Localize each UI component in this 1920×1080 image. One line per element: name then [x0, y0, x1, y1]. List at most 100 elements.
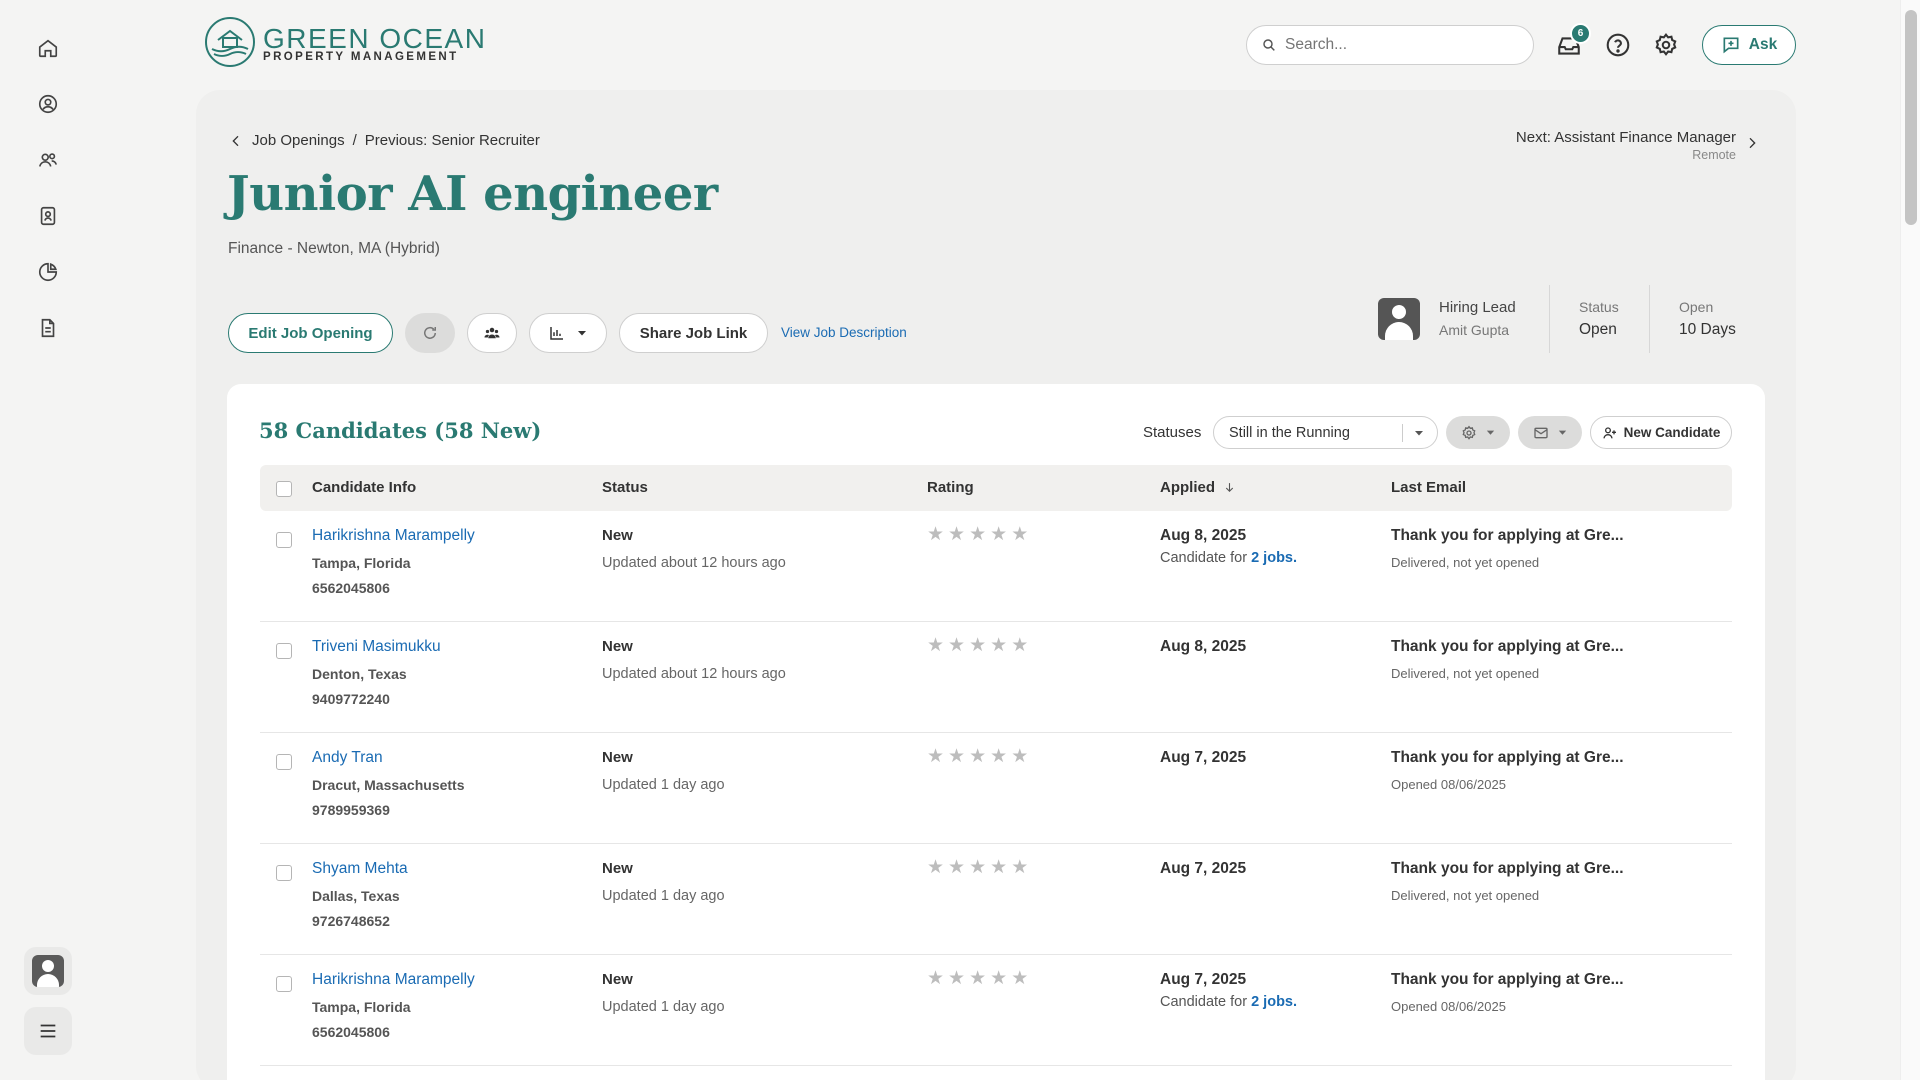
- star-icon[interactable]: ★: [969, 525, 986, 544]
- star-icon[interactable]: ★: [948, 858, 965, 877]
- candidate-status[interactable]: New: [602, 749, 633, 766]
- star-icon[interactable]: ★: [927, 636, 944, 655]
- star-icon[interactable]: ★: [1011, 858, 1028, 877]
- status-filter-select[interactable]: Still in the Running: [1213, 416, 1438, 449]
- star-icon[interactable]: ★: [927, 525, 944, 544]
- star-icon[interactable]: ★: [1011, 525, 1028, 544]
- id-card-icon[interactable]: [36, 204, 60, 228]
- help-button[interactable]: [1605, 32, 1631, 58]
- search-box[interactable]: [1246, 25, 1534, 65]
- reports-dropdown[interactable]: [529, 313, 607, 353]
- refresh-button[interactable]: [405, 313, 455, 353]
- select-all-checkbox[interactable]: [276, 481, 292, 497]
- star-icon[interactable]: ★: [990, 636, 1007, 655]
- rating-stars[interactable]: ★ ★ ★ ★ ★: [927, 969, 1028, 988]
- star-icon[interactable]: ★: [969, 969, 986, 988]
- star-icon[interactable]: ★: [969, 858, 986, 877]
- candidate-updated: Updated 1 day ago: [602, 888, 725, 904]
- view-job-description-link[interactable]: View Job Description: [781, 325, 907, 340]
- star-icon[interactable]: ★: [990, 969, 1007, 988]
- last-email-subject[interactable]: Thank you for applying at Gre...: [1391, 971, 1624, 989]
- star-icon[interactable]: ★: [969, 747, 986, 766]
- last-email-subject[interactable]: Thank you for applying at Gre...: [1391, 638, 1624, 656]
- applied-date: Aug 8, 2025: [1160, 638, 1247, 655]
- star-icon[interactable]: ★: [948, 969, 965, 988]
- candidate-status[interactable]: New: [602, 860, 633, 877]
- row-checkbox[interactable]: [276, 976, 292, 992]
- user-circle-icon[interactable]: [36, 92, 60, 116]
- last-email-subject[interactable]: Thank you for applying at Gre...: [1391, 860, 1624, 878]
- candidate-name[interactable]: Andy Tran: [312, 749, 383, 767]
- row-checkbox[interactable]: [276, 754, 292, 770]
- star-icon[interactable]: ★: [927, 747, 944, 766]
- star-icon[interactable]: ★: [1011, 969, 1028, 988]
- next-job-link[interactable]: Next: Assistant Finance Manager Remote: [1480, 129, 1736, 162]
- settings-button[interactable]: [1653, 32, 1679, 58]
- star-icon[interactable]: ★: [969, 636, 986, 655]
- candidates-heading: 58 Candidates (58 New): [259, 418, 542, 443]
- candidate-name[interactable]: Harikrishna Marampelly: [312, 971, 475, 989]
- star-icon[interactable]: ★: [948, 525, 965, 544]
- applied-date: Aug 7, 2025: [1160, 749, 1247, 766]
- chevron-left-icon[interactable]: [228, 133, 244, 149]
- rating-stars[interactable]: ★ ★ ★ ★ ★: [927, 636, 1028, 655]
- hiring-lead-avatar: [1378, 298, 1420, 340]
- ask-button[interactable]: Ask: [1702, 25, 1796, 65]
- home-icon[interactable]: [36, 36, 60, 60]
- candidate-status[interactable]: New: [602, 638, 633, 655]
- star-icon[interactable]: ★: [948, 747, 965, 766]
- edit-job-button[interactable]: Edit Job Opening: [228, 313, 393, 353]
- search-input[interactable]: [1285, 36, 1515, 54]
- row-checkbox[interactable]: [276, 865, 292, 881]
- star-icon[interactable]: ★: [927, 858, 944, 877]
- inbox-button[interactable]: 6: [1556, 23, 1591, 59]
- settings-dropdown[interactable]: [1446, 416, 1510, 449]
- team-button[interactable]: [467, 313, 517, 353]
- row-checkbox[interactable]: [276, 643, 292, 659]
- scrollbar-thumb[interactable]: [1905, 10, 1917, 225]
- people-icon[interactable]: [36, 148, 60, 172]
- candidate-phone: 9726748652: [312, 913, 390, 929]
- star-icon[interactable]: ★: [990, 747, 1007, 766]
- candidate-name[interactable]: Harikrishna Marampelly: [312, 527, 475, 545]
- candidate-status[interactable]: New: [602, 971, 633, 988]
- next-job-sub: Remote: [1692, 148, 1736, 162]
- rating-stars[interactable]: ★ ★ ★ ★ ★: [927, 525, 1028, 544]
- column-header-applied[interactable]: Applied: [1160, 479, 1236, 496]
- share-job-link-button[interactable]: Share Job Link: [619, 313, 768, 353]
- candidate-status[interactable]: New: [602, 527, 633, 544]
- star-icon[interactable]: ★: [990, 525, 1007, 544]
- star-icon[interactable]: ★: [1011, 747, 1028, 766]
- menu-button[interactable]: [24, 1007, 72, 1055]
- column-header-rating[interactable]: Rating: [927, 479, 974, 496]
- breadcrumb-previous[interactable]: Previous: Senior Recruiter: [365, 132, 540, 149]
- star-icon[interactable]: ★: [948, 636, 965, 655]
- chevron-right-icon[interactable]: [1744, 135, 1760, 151]
- candidate-name[interactable]: Shyam Mehta: [312, 860, 408, 878]
- candidate-updated: Updated about 12 hours ago: [602, 555, 786, 571]
- email-dropdown[interactable]: [1518, 416, 1582, 449]
- column-header-last-email[interactable]: Last Email: [1391, 479, 1466, 496]
- column-header-candidate-info[interactable]: Candidate Info: [312, 479, 416, 496]
- rating-stars[interactable]: ★ ★ ★ ★ ★: [927, 747, 1028, 766]
- row-divider: [260, 843, 1732, 844]
- row-checkbox[interactable]: [276, 532, 292, 548]
- last-email-subject[interactable]: Thank you for applying at Gre...: [1391, 749, 1624, 767]
- star-icon[interactable]: ★: [1011, 636, 1028, 655]
- new-candidate-button[interactable]: New Candidate: [1590, 416, 1732, 449]
- breadcrumb-job-openings[interactable]: Job Openings: [252, 132, 345, 149]
- star-icon[interactable]: ★: [927, 969, 944, 988]
- profile-avatar-button[interactable]: [24, 947, 72, 995]
- candidate-name[interactable]: Triveni Masimukku: [312, 638, 441, 656]
- rating-stars[interactable]: ★ ★ ★ ★ ★: [927, 858, 1028, 877]
- last-email-subject[interactable]: Thank you for applying at Gre...: [1391, 527, 1624, 545]
- pie-chart-icon[interactable]: [36, 260, 60, 284]
- scrollbar[interactable]: [1900, 0, 1920, 1080]
- document-icon[interactable]: [36, 316, 60, 340]
- star-icon[interactable]: ★: [990, 858, 1007, 877]
- candidate-phone: 6562045806: [312, 580, 390, 596]
- brand-logo[interactable]: [204, 16, 256, 68]
- candidate-for-jobs-link[interactable]: 2 jobs.: [1251, 550, 1297, 566]
- column-header-status[interactable]: Status: [602, 479, 648, 496]
- candidate-for-jobs-link[interactable]: 2 jobs.: [1251, 994, 1297, 1010]
